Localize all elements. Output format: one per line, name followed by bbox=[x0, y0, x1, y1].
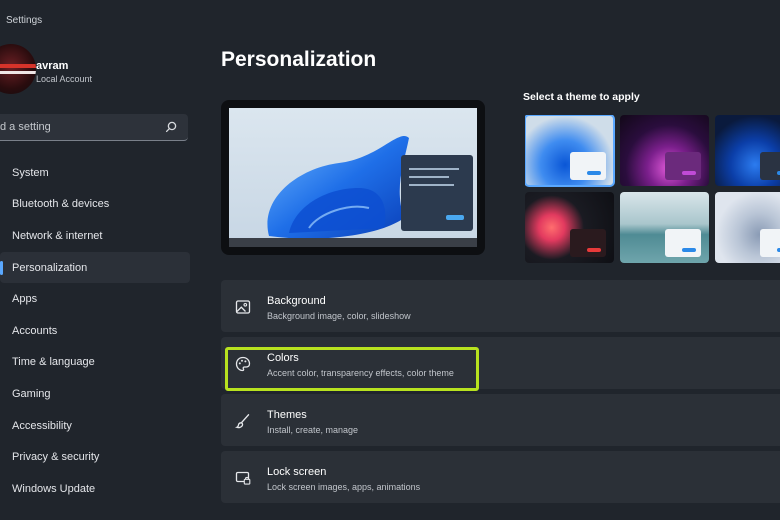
sidebar-item-label: Apps bbox=[12, 293, 38, 306]
sidebar-item-label: Accessibility bbox=[12, 419, 72, 432]
sidebar-item-time-language[interactable]: Time & language bbox=[0, 347, 190, 379]
user-avatar[interactable] bbox=[0, 44, 36, 94]
settings-window: Settings avram Local Account System Blue… bbox=[0, 0, 780, 520]
setting-subtitle: Background image, color, slideshow bbox=[267, 311, 411, 321]
sidebar-item-label: System bbox=[12, 166, 49, 179]
sidebar-item-label: Bluetooth & devices bbox=[12, 198, 110, 211]
theme-mini-window bbox=[570, 152, 606, 180]
sidebar-item-personalization[interactable]: Personalization bbox=[0, 251, 190, 284]
sidebar-item-apps[interactable]: Apps bbox=[0, 283, 190, 315]
theme-preview bbox=[221, 100, 485, 255]
theme-mini-window bbox=[760, 152, 780, 180]
brush-icon bbox=[234, 414, 250, 429]
sidebar-item-label: Windows Update bbox=[12, 482, 96, 495]
account-type: Local Account bbox=[36, 74, 93, 84]
theme-tile-sunrise-lake[interactable] bbox=[620, 192, 709, 263]
theme-mini-window bbox=[570, 229, 606, 257]
theme-tile-windows-dark-glow[interactable] bbox=[620, 115, 709, 186]
sidebar-item-label: Privacy & security bbox=[12, 451, 100, 464]
theme-tile-flow[interactable] bbox=[715, 192, 780, 263]
sidebar-item-bluetooth-devices[interactable]: Bluetooth & devices bbox=[0, 189, 190, 221]
theme-mini-window bbox=[760, 229, 780, 257]
sidebar-item-label: Time & language bbox=[12, 356, 95, 369]
sidebar-item-windows-update[interactable]: Windows Update bbox=[0, 473, 190, 505]
theme-mini-window bbox=[665, 152, 701, 180]
sidebar-item-accessibility[interactable]: Accessibility bbox=[0, 410, 190, 442]
themes-setting-card[interactable]: Themes Install, create, manage bbox=[221, 394, 780, 446]
sidebar-item-label: Accounts bbox=[12, 324, 58, 337]
theme-tile-windows-light[interactable] bbox=[525, 115, 615, 187]
sidebar-item-label: Personalization bbox=[12, 261, 88, 274]
title-bar[interactable]: Settings bbox=[0, 0, 780, 38]
setting-title: Themes bbox=[267, 409, 307, 421]
sidebar-item-label: Gaming bbox=[12, 387, 51, 400]
theme-section-label: Select a theme to apply bbox=[523, 91, 640, 103]
setting-title: Lock screen bbox=[267, 466, 327, 478]
theme-tile-captured-motion[interactable] bbox=[525, 192, 614, 263]
user-name: avram bbox=[36, 60, 69, 72]
lock-screen-setting-card[interactable]: Lock screen Lock screen images, apps, an… bbox=[221, 451, 780, 503]
sidebar-item-privacy-security[interactable]: Privacy & security bbox=[0, 441, 190, 473]
page-title: Personalization bbox=[221, 48, 377, 71]
sidebar-nav: System Bluetooth & devices Network & int… bbox=[0, 157, 190, 505]
find-setting-search[interactable] bbox=[0, 114, 188, 141]
lock-screen-icon bbox=[235, 471, 251, 485]
setting-title: Background bbox=[267, 295, 326, 307]
setting-subtitle: Lock screen images, apps, animations bbox=[267, 482, 421, 492]
image-icon bbox=[235, 300, 251, 314]
theme-mini-window bbox=[665, 229, 701, 257]
window-title: Settings bbox=[6, 15, 43, 26]
sidebar-item-network-internet[interactable]: Network & internet bbox=[0, 220, 190, 252]
sidebar-item-label: Network & internet bbox=[12, 229, 103, 242]
search-icon[interactable] bbox=[164, 120, 178, 134]
search-input[interactable] bbox=[0, 114, 160, 140]
background-setting-card[interactable]: Background Background image, color, slid… bbox=[221, 280, 780, 332]
desktop-preview-image bbox=[229, 108, 477, 247]
colors-highlight-annotation bbox=[225, 347, 479, 391]
sidebar-item-accounts[interactable]: Accounts bbox=[0, 315, 190, 347]
setting-subtitle: Install, create, manage bbox=[267, 425, 359, 435]
theme-tile-windows-dark[interactable] bbox=[715, 115, 780, 186]
sidebar-item-gaming[interactable]: Gaming bbox=[0, 378, 190, 410]
sidebar-item-system[interactable]: System bbox=[0, 157, 190, 189]
theme-gallery bbox=[525, 115, 780, 265]
